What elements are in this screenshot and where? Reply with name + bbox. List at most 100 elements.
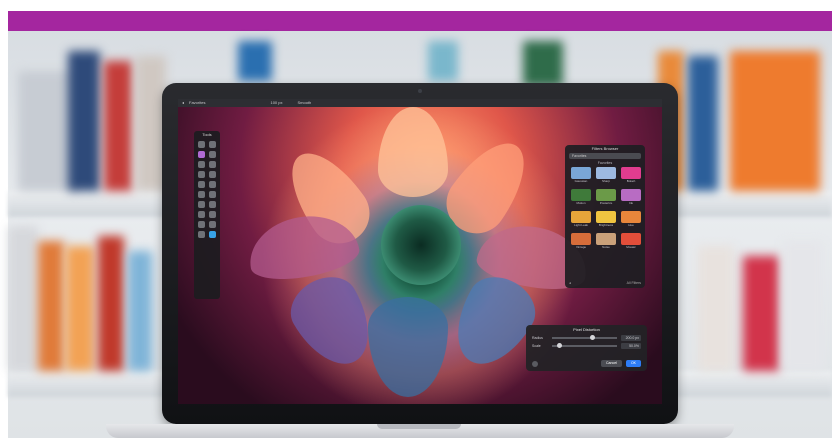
filter-thumbnail-item[interactable]: Posterize — [596, 189, 616, 206]
filters-section-label: Favorites — [597, 161, 613, 165]
book — [238, 41, 272, 81]
hand-icon[interactable] — [198, 231, 205, 238]
filter-thumbnail-item[interactable]: Sharp — [596, 167, 616, 184]
filters-browser-panel: Filters Browser Favorites Favorites Gaus… — [565, 145, 645, 288]
crop-icon[interactable] — [198, 221, 205, 228]
book — [8, 226, 38, 371]
smudge-icon[interactable] — [198, 191, 205, 198]
book — [730, 51, 820, 191]
scale-slider-knob[interactable] — [557, 343, 563, 348]
filter-thumbnail-label: Mosaic — [626, 245, 636, 249]
image-canvas[interactable]: Tools Filters Browser Favorites Favorite… — [178, 107, 662, 404]
book — [38, 241, 64, 371]
filter-thumbnail-item[interactable]: Noise — [596, 233, 616, 250]
filter-thumbnail-image[interactable] — [596, 233, 616, 245]
filters-footer: ◂ All Filters — [569, 281, 641, 285]
filter-thumbnail-item[interactable]: Ink — [621, 189, 641, 206]
book — [68, 51, 100, 191]
filter-thumbnail-item[interactable]: Light Leak — [571, 211, 591, 228]
filter-thumbnail-label: Hue — [628, 223, 634, 227]
lasso-icon[interactable] — [208, 141, 216, 148]
text-icon[interactable] — [208, 171, 216, 178]
filter-thumbnail-item[interactable]: Mosaic — [621, 233, 641, 250]
filter-thumbnail-label: Bokeh — [626, 179, 636, 183]
filter-thumbnail-label: Brightness — [598, 223, 614, 227]
radius-row: Radius 200.0 px — [526, 334, 647, 342]
filter-thumbnail-label: Noise — [602, 245, 610, 249]
toolbar-favorites-label[interactable]: Favorites — [189, 99, 205, 107]
gradient-icon[interactable] — [208, 181, 216, 188]
tools-panel: Tools — [194, 131, 220, 299]
filter-thumbnail-image[interactable] — [571, 211, 591, 223]
app-toolbar: ◂ Favorites 100 px Smooth — [178, 99, 662, 107]
book — [104, 61, 132, 191]
book — [743, 256, 779, 371]
filter-thumbnail-label: Ink — [628, 201, 633, 205]
filter-thumbnail-label: Light Leak — [574, 223, 588, 227]
filter-thumbnail-image[interactable] — [571, 233, 591, 245]
sharpen-icon[interactable] — [198, 201, 205, 208]
filter-thumbnail-image[interactable] — [596, 189, 616, 201]
toolbar-size-label[interactable]: 100 px — [270, 99, 282, 107]
eraser-icon[interactable] — [208, 151, 216, 158]
filter-thumbnail-item[interactable]: Vintage — [571, 233, 591, 250]
filter-thumbnail-item[interactable]: Motion — [571, 189, 591, 206]
pen-icon[interactable] — [198, 171, 205, 178]
filter-thumbnail-label: Gaussian — [574, 179, 588, 183]
sponge-icon[interactable] — [208, 211, 216, 218]
radius-slider[interactable] — [552, 335, 617, 340]
burn-icon[interactable] — [198, 211, 205, 218]
filter-thumbnail-label: Motion — [576, 201, 586, 205]
filter-thumbnail-image[interactable] — [621, 233, 641, 245]
zoom-icon[interactable] — [208, 221, 216, 228]
filter-thumbnail-image[interactable] — [621, 189, 641, 201]
filter-thumbnail-image[interactable] — [596, 211, 616, 223]
radius-label: Radius — [532, 336, 543, 340]
filter-thumbnail-label: Vintage — [575, 245, 587, 249]
brush-icon[interactable] — [198, 151, 205, 158]
all-filters-button[interactable]: All Filters — [627, 281, 641, 285]
cancel-button[interactable]: Cancel — [601, 360, 622, 367]
scale-label: Scale — [532, 344, 541, 348]
pixel-distortion-dialog: Pixel Distortion Radius 200.0 px Scale 5… — [526, 325, 647, 371]
filter-thumbnail-label: Posterize — [599, 201, 613, 205]
book — [783, 241, 823, 371]
gear-icon[interactable] — [532, 361, 538, 367]
book — [98, 236, 124, 371]
book — [128, 251, 152, 371]
marquee-rect-icon[interactable] — [198, 141, 205, 148]
filter-thumbnail-image[interactable] — [571, 189, 591, 201]
blur-icon[interactable] — [208, 191, 216, 198]
paint-bucket-icon[interactable] — [198, 181, 205, 188]
filters-back-button[interactable]: ◂ — [569, 281, 571, 285]
back-icon[interactable]: ◂ — [182, 99, 184, 107]
filter-thumbnail-item[interactable]: Gaussian — [571, 167, 591, 184]
radius-value-field[interactable]: 200.0 px — [621, 335, 641, 341]
clone-icon[interactable] — [198, 161, 205, 168]
ok-button[interactable]: OK — [625, 360, 641, 367]
book — [523, 41, 563, 86]
filter-thumbnail-image[interactable] — [596, 167, 616, 179]
scale-value-field[interactable]: 50.0% — [621, 343, 641, 349]
filter-thumbnail-image[interactable] — [621, 167, 641, 179]
filter-thumbnail-item[interactable]: Hue — [621, 211, 641, 228]
book — [688, 56, 718, 191]
pixel-distortion-title: Pixel Distortion — [573, 327, 600, 332]
screenshot-stage: ◂ Favorites 100 px Smooth Tools Filters … — [0, 0, 832, 438]
filter-thumbnail-item[interactable]: Bokeh — [621, 167, 641, 184]
filter-thumbnail-image[interactable] — [571, 167, 591, 179]
webcam-dot — [418, 89, 422, 93]
dialog-buttons: Cancel OK — [601, 360, 641, 367]
filter-thumbnail-item[interactable]: Brightness — [596, 211, 616, 228]
radius-slider-knob[interactable] — [589, 335, 595, 340]
dodge-icon[interactable] — [208, 201, 216, 208]
scale-row: Scale 50.0% — [526, 342, 647, 350]
book — [698, 246, 734, 371]
laptop-screen: ◂ Favorites 100 px Smooth Tools Filters … — [178, 99, 662, 404]
book — [428, 41, 458, 81]
filter-thumbnail-image[interactable] — [621, 211, 641, 223]
scale-slider[interactable] — [552, 343, 617, 348]
heal-icon[interactable] — [208, 161, 216, 168]
color-picker-icon[interactable] — [208, 231, 216, 238]
toolbar-mode-label[interactable]: Smooth — [297, 99, 311, 107]
